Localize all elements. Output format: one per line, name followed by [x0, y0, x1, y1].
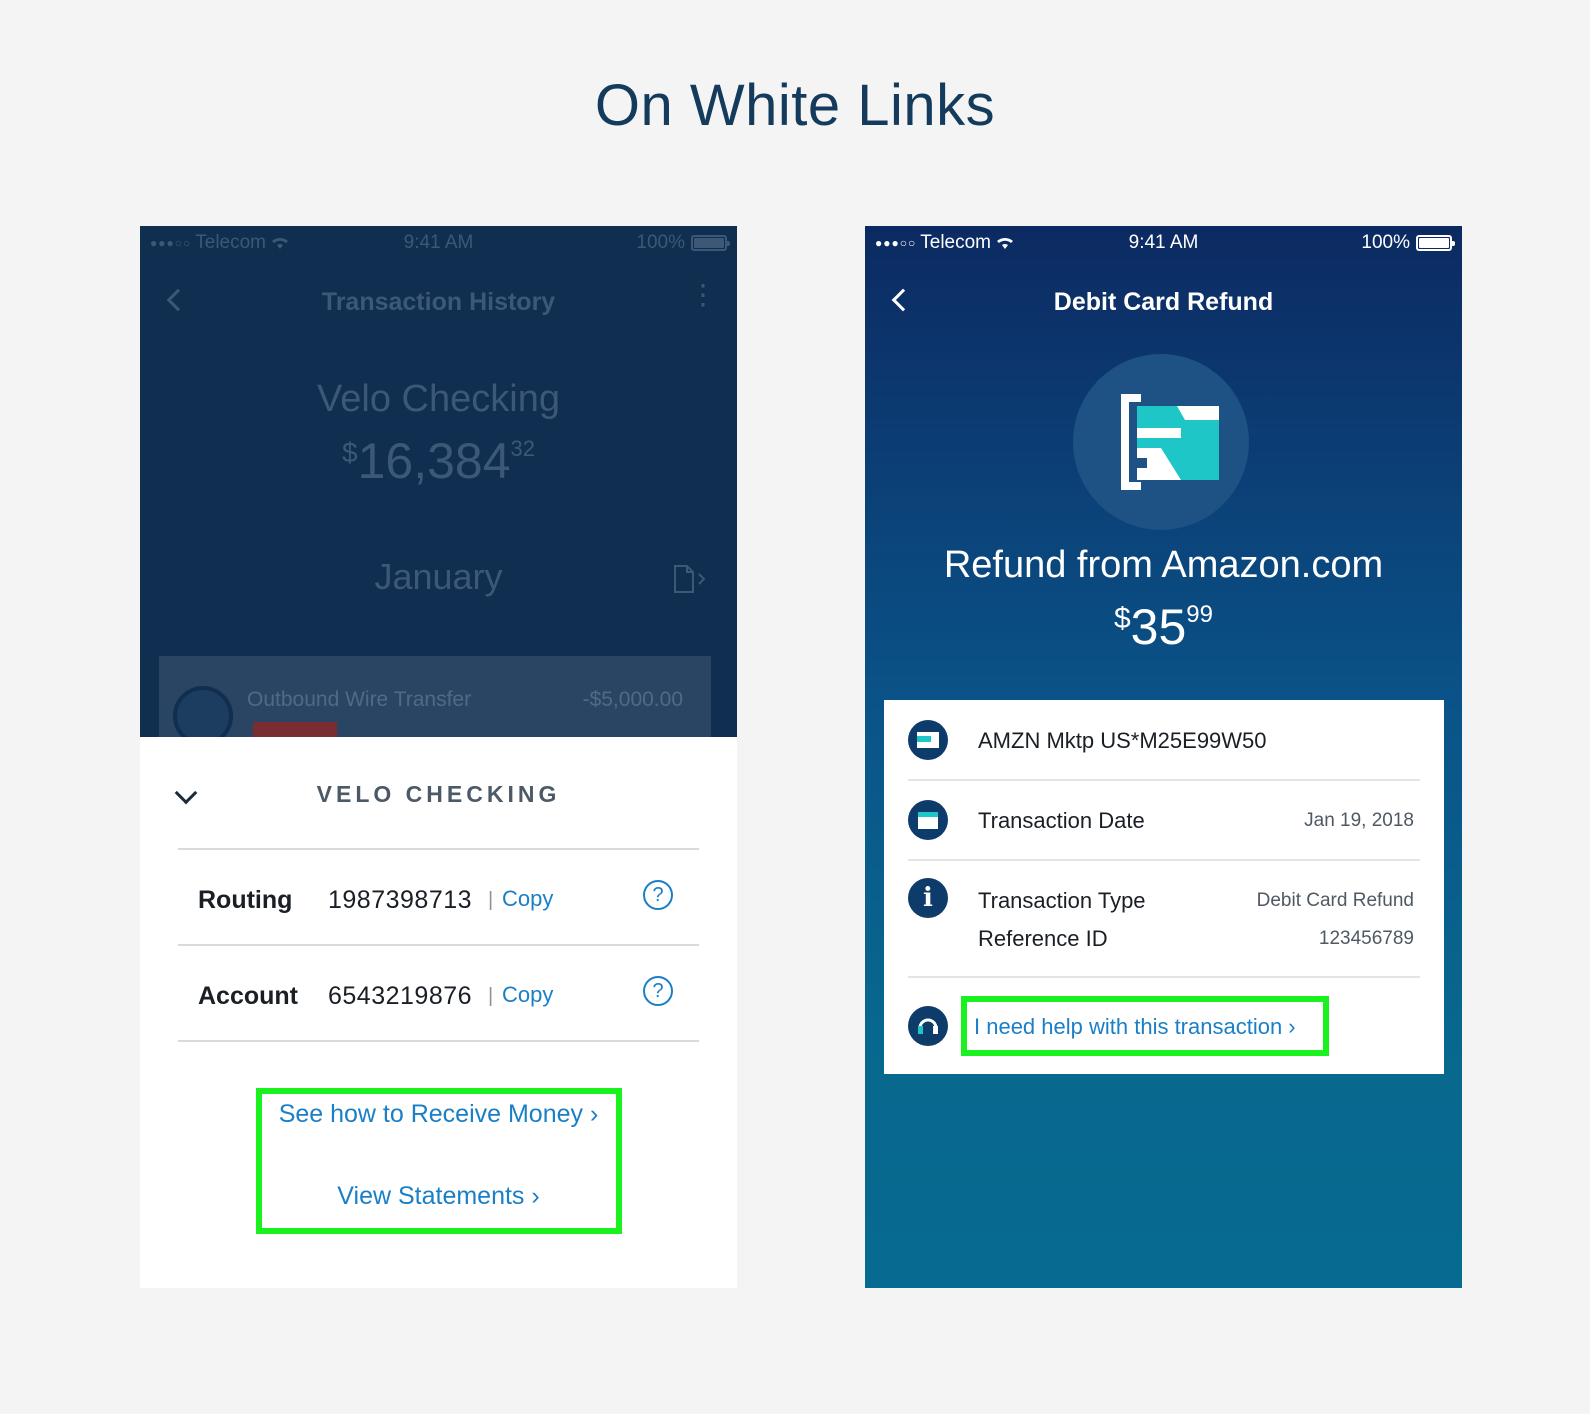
month-label: January [374, 556, 503, 597]
receive-money-link[interactable]: See how to Receive Money › [140, 1100, 737, 1129]
divider [908, 976, 1420, 978]
more-vertical-icon[interactable]: ⋮ [689, 281, 717, 309]
copy-account-button[interactable]: Copy [502, 982, 553, 1008]
account-name: Velo Checking [317, 378, 560, 420]
type-row: i Transaction Type Debit Card Refund Ref… [908, 878, 1420, 958]
debit-card-icon [1121, 394, 1219, 490]
transaction-amount: -$5,000.00 [582, 688, 683, 711]
account-label: Account [198, 982, 298, 1010]
status-bar: ●●●○○ Telecom 9:41 AM 100% [865, 232, 1462, 256]
nav-title: Debit Card Refund [1053, 288, 1274, 316]
reference-label: Reference ID [978, 926, 1108, 951]
page-title: On White Links [594, 73, 996, 138]
reference-value: 123456789 [1318, 928, 1414, 949]
routing-row: Routing 1987398713 | Copy ? [178, 850, 699, 946]
right-phone-screen: ●●●○○ Telecom 9:41 AM 100% Debit Card Re… [865, 226, 1462, 1288]
status-badge [253, 722, 337, 737]
refund-title: Refund from Amazon.com [943, 544, 1384, 586]
divider [908, 779, 1420, 781]
merchant-descriptor: AMZN Mktp US*M25E99W50 [978, 728, 1267, 753]
help-circle-icon[interactable]: ? [643, 880, 673, 910]
divider [178, 1040, 699, 1042]
battery-label: 100% [1361, 232, 1410, 253]
date-label: Transaction Date [978, 808, 1145, 833]
type-value: Debit Card Refund [1256, 890, 1414, 911]
sheet-header: VELO CHECKING [140, 737, 737, 847]
document-icon[interactable] [673, 564, 707, 594]
nav-bar: Transaction History ⋮ [140, 281, 737, 326]
headset-icon [908, 1006, 948, 1046]
date-value: Jan 19, 2018 [1304, 810, 1414, 831]
transaction-card[interactable]: Outbound Wire Transfer -$5,000.00 [159, 656, 711, 737]
separator: | [488, 889, 494, 911]
type-label: Transaction Type [978, 888, 1146, 913]
sheet-title: VELO CHECKING [316, 781, 561, 807]
view-statements-link[interactable]: View Statements › [140, 1182, 737, 1211]
card-icon [908, 720, 948, 760]
account-row: Account 6543219876 | Copy ? [178, 946, 699, 1042]
transaction-name: Outbound Wire Transfer [247, 688, 472, 711]
divider [908, 859, 1420, 861]
battery-label: 100% [636, 232, 685, 253]
nav-bar: Debit Card Refund [865, 286, 1462, 326]
detail-card: AMZN Mktp US*M25E99W50 Transaction Date … [884, 700, 1444, 1074]
calendar-icon [908, 800, 948, 840]
dimmed-background[interactable]: ●●●○○ Telecom 9:41 AM 100% Transaction H… [140, 226, 737, 737]
battery-icon [691, 235, 730, 251]
status-bar: ●●●○○ Telecom 9:41 AM 100% [140, 232, 737, 256]
left-phone-screen: ●●●○○ Telecom 9:41 AM 100% Transaction H… [140, 226, 737, 1288]
help-transaction-link[interactable]: I need help with this transaction › [974, 1014, 1296, 1040]
wire-transfer-icon [173, 686, 233, 737]
account-number: 6543219876 [328, 982, 473, 1010]
separator: | [488, 985, 494, 1007]
battery-icon [1416, 235, 1455, 251]
account-balance: $16,38432 [342, 433, 535, 489]
info-icon: i [908, 878, 948, 918]
merchant-row: AMZN Mktp US*M25E99W50 [908, 720, 1420, 760]
routing-label: Routing [198, 886, 293, 914]
nav-title: Transaction History [321, 288, 556, 316]
copy-routing-button[interactable]: Copy [502, 886, 553, 912]
merchant-icon [1073, 354, 1249, 530]
help-circle-icon[interactable]: ? [643, 976, 673, 1006]
refund-amount: $3599 [1113, 599, 1213, 655]
routing-number: 1987398713 [328, 886, 473, 914]
date-row: Transaction Date Jan 19, 2018 [908, 800, 1420, 840]
